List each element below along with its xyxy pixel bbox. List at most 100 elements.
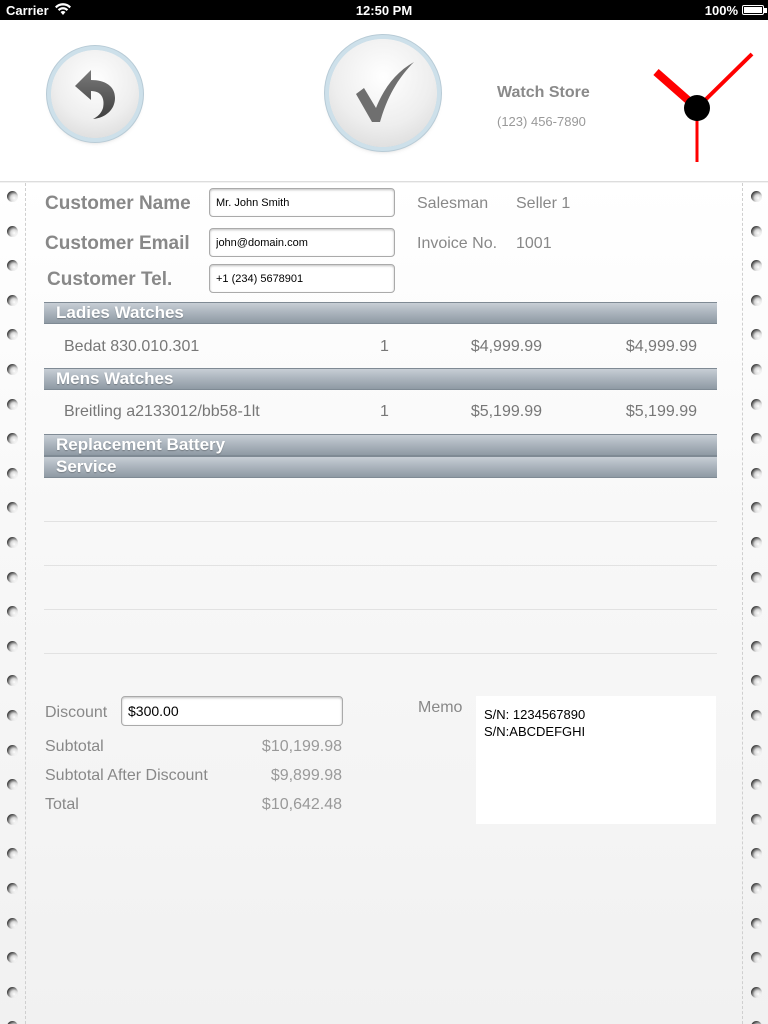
perforation-hole — [7, 675, 18, 686]
memo-line: S/N:ABCDEFGHI — [484, 724, 586, 739]
empty-row-divider — [44, 565, 717, 566]
battery-icon — [742, 5, 764, 15]
perforation-hole — [751, 779, 762, 790]
perforation-hole — [751, 502, 762, 513]
total-value: $10,642.48 — [261, 796, 342, 813]
perforation-hole — [7, 191, 18, 202]
perforation-hole — [751, 572, 762, 583]
perforation-hole — [7, 364, 18, 375]
perforation-hole — [7, 779, 18, 790]
perforation-hole — [751, 329, 762, 340]
perforation-hole — [751, 952, 762, 963]
perforation-hole — [7, 814, 18, 825]
section-header-replacement-battery[interactable]: Replacement Battery — [44, 434, 717, 456]
perforation-hole — [751, 675, 762, 686]
perforation-hole — [7, 537, 18, 548]
discount-field[interactable] — [121, 696, 343, 726]
battery-tip — [764, 8, 767, 13]
memo-line: S/N: 1234567890 — [484, 707, 586, 722]
perforation-hole — [7, 572, 18, 583]
customer-email-label: Customer Email — [45, 233, 190, 254]
line-item-row[interactable]: Bedat 830.010.301 1 $4,999.99 $4,999.99 — [44, 325, 717, 369]
salesman-label: Salesman — [417, 195, 489, 212]
clock-icon — [653, 52, 754, 162]
perforation-hole — [7, 883, 18, 894]
empty-row-divider — [44, 521, 717, 522]
perforation-hole — [751, 883, 762, 894]
customer-email-field[interactable] — [209, 228, 395, 257]
undo-arrow-icon — [75, 70, 115, 119]
back-button[interactable] — [51, 50, 139, 138]
perforation-hole — [7, 260, 18, 271]
perforation-left — [0, 183, 26, 1024]
customer-name-field[interactable] — [209, 188, 395, 217]
item-quantity: 1 — [380, 403, 389, 420]
perforation-hole — [751, 295, 762, 306]
perforation-hole — [751, 710, 762, 721]
perforation-hole — [7, 710, 18, 721]
perforation-hole — [751, 226, 762, 237]
checkmark-icon — [356, 62, 414, 122]
line-item-row[interactable]: Breitling a2133012/bb58-1lt 1 $5,199.99 … — [44, 390, 717, 434]
perforation-hole — [751, 745, 762, 756]
customer-name-label: Customer Name — [45, 193, 191, 214]
perforation-hole — [7, 918, 18, 929]
perforation-hole — [751, 848, 762, 859]
perforation-hole — [751, 260, 762, 271]
subtotal-after-discount-value: $9,899.98 — [270, 767, 342, 784]
perforation-hole — [751, 191, 762, 202]
confirm-button[interactable] — [329, 39, 437, 147]
perforation-hole — [7, 952, 18, 963]
section-header-mens-watches[interactable]: Mens Watches — [44, 368, 717, 390]
item-quantity: 1 — [380, 338, 389, 355]
memo-textarea[interactable]: S/N: 1234567890 S/N:ABCDEFGHI — [476, 696, 716, 824]
perforation-hole — [7, 295, 18, 306]
store-name: Watch Store — [497, 84, 590, 101]
perforation-hole — [751, 814, 762, 825]
status-time: 12:50 PM — [355, 3, 413, 18]
perforation-hole — [7, 329, 18, 340]
memo-label: Memo — [418, 699, 463, 716]
perforation-hole — [7, 468, 18, 479]
invoice-header: Watch Store (123) 456-7890 — [0, 20, 768, 182]
battery-percentage: 100% — [704, 3, 738, 18]
perforation-hole — [751, 399, 762, 410]
perforation-hole — [7, 745, 18, 756]
perforation-hole — [751, 987, 762, 998]
item-total: $4,999.99 — [625, 338, 697, 355]
perforation-hole — [7, 502, 18, 513]
perforation-hole — [7, 641, 18, 652]
status-bar: Carrier 12:50 PM 100% — [0, 0, 768, 20]
section-header-ladies-watches[interactable]: Ladies Watches — [44, 302, 717, 324]
perforation-hole — [7, 399, 18, 410]
store-phone: (123) 456-7890 — [497, 114, 586, 129]
subtotal-after-discount-label: Subtotal After Discount — [45, 767, 208, 784]
customer-tel-field[interactable] — [209, 264, 395, 293]
invoice-paper: Customer Name Customer Email Customer Te… — [0, 183, 768, 1024]
perforation-hole — [751, 433, 762, 444]
perforation-hole — [7, 226, 18, 237]
perforation-hole — [751, 641, 762, 652]
perforation-hole — [751, 468, 762, 479]
item-name: Breitling a2133012/bb58-1lt — [64, 403, 260, 420]
salesman-value: Seller 1 — [516, 195, 571, 212]
item-price: $5,199.99 — [470, 403, 542, 420]
empty-row-divider — [44, 653, 717, 654]
perforation-hole — [751, 606, 762, 617]
subtotal-label: Subtotal — [45, 738, 104, 755]
perforation-hole — [751, 364, 762, 375]
perforation-hole — [751, 918, 762, 929]
perforation-hole — [751, 537, 762, 548]
total-label: Total — [45, 796, 79, 813]
perforation-hole — [7, 987, 18, 998]
item-total: $5,199.99 — [625, 403, 697, 420]
perforation-hole — [7, 848, 18, 859]
invoice-number-label: Invoice No. — [417, 235, 498, 252]
empty-row-divider — [44, 609, 717, 610]
discount-label: Discount — [45, 704, 108, 721]
section-header-service[interactable]: Service — [44, 456, 717, 478]
perforation-right — [742, 183, 768, 1024]
subtotal-value: $10,199.98 — [261, 738, 342, 755]
invoice-number-value: 1001 — [516, 235, 552, 252]
customer-tel-label: Customer Tel. — [47, 269, 173, 290]
